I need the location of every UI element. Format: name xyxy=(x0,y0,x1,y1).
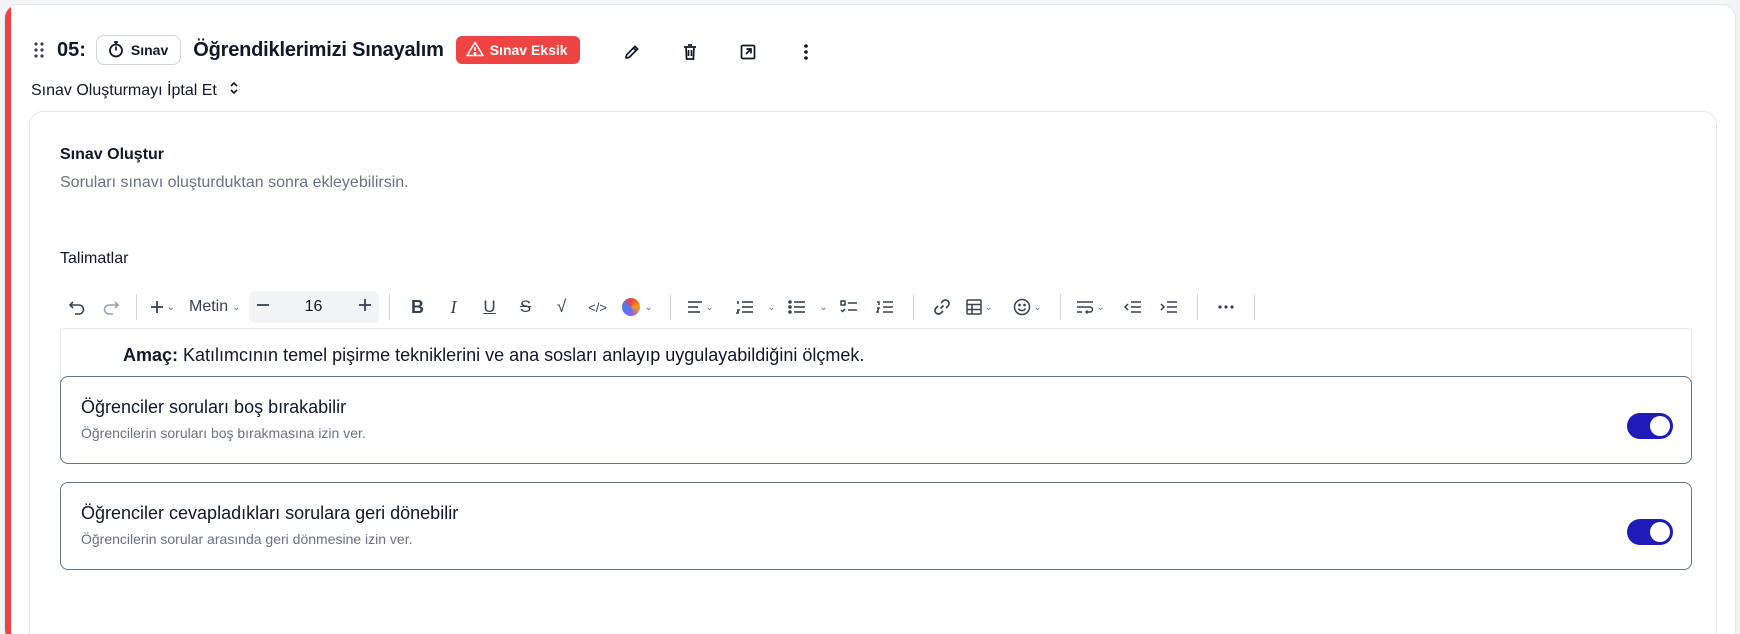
allow-blank-toggle[interactable] xyxy=(1627,413,1673,439)
link-icon[interactable] xyxy=(924,291,960,323)
underline-icon[interactable]: U xyxy=(472,291,508,323)
allow-back-toggle[interactable] xyxy=(1627,519,1673,545)
bullet-list-icon[interactable] xyxy=(779,291,815,323)
setting-allow-blank: Öğrenciler soruları boş bırakabilir Öğre… xyxy=(60,376,1692,464)
setting-allow-back: Öğrenciler cevapladıkları sorulara geri … xyxy=(60,482,1692,570)
text-style-select[interactable]: Metin ⌄ xyxy=(189,291,241,323)
more-horizontal-icon[interactable] xyxy=(1208,291,1244,323)
toggle-knob xyxy=(1650,522,1670,542)
chevron-up-down-icon xyxy=(229,81,239,100)
editor-content: Amaç: Katılımcının temel pişirme teknikl… xyxy=(123,345,864,366)
quiz-create-panel: Sınav Oluştur Soruları sınavı oluşturduk… xyxy=(29,111,1717,634)
text-color-icon[interactable]: ⌄ xyxy=(616,291,660,323)
module-header: 05: Sınav Öğrendiklerimizi Sınayalım Sın… xyxy=(31,33,580,67)
toolbar-divider xyxy=(1059,294,1061,320)
redo-icon[interactable] xyxy=(96,291,126,323)
module-type-pill: Sınav xyxy=(95,35,182,65)
panel-description: Soruları sınavı oluşturduktan sonra ekle… xyxy=(60,174,409,191)
toolbar-divider xyxy=(669,294,671,320)
setting-description: Öğrencilerin soruları boş bırakmasına iz… xyxy=(81,425,366,441)
toggle-knob xyxy=(1650,416,1670,436)
module-type-label: Sınav xyxy=(130,42,169,58)
edit-icon[interactable] xyxy=(615,35,649,69)
align-left-icon[interactable]: ⌄ xyxy=(681,291,721,323)
plus-icon[interactable] xyxy=(357,297,373,318)
toolbar-divider xyxy=(912,294,914,320)
trash-icon[interactable] xyxy=(673,35,707,69)
emoji-icon[interactable]: ⌄ xyxy=(1006,291,1050,323)
bold-icon[interactable]: B xyxy=(400,291,436,323)
editor-toolbar: ⌄ Metin ⌄ 16 B I U S √ </> ⌄ ⌄ ⌄ ⌄ ⌄ ⌄ ⌄ xyxy=(62,290,1265,324)
ordered-list-icon[interactable] xyxy=(727,291,763,323)
instructions-label: Talimatlar xyxy=(60,250,129,267)
status-badge-label: Sınav Eksik xyxy=(489,42,568,58)
font-size-stepper[interactable]: 16 xyxy=(248,291,379,323)
status-badge: Sınav Eksik xyxy=(455,36,580,64)
setting-title: Öğrenciler cevapladıkları sorulara geri … xyxy=(81,503,459,523)
table-icon[interactable]: ⌄ xyxy=(960,291,1000,323)
bullet-list-chevron-icon[interactable]: ⌄ xyxy=(815,291,831,323)
minus-icon[interactable] xyxy=(255,297,271,318)
header-actions xyxy=(615,35,823,69)
checklist-icon[interactable] xyxy=(831,291,867,323)
more-vertical-icon[interactable] xyxy=(789,35,823,69)
setting-title: Öğrenciler soruları boş bırakabilir xyxy=(81,397,347,417)
text-wrap-icon[interactable]: ⌄ xyxy=(1071,291,1111,323)
toolbar-divider xyxy=(388,294,390,320)
text-style-label: Metin xyxy=(189,298,229,315)
math-icon[interactable]: √ xyxy=(544,291,580,323)
font-size-value: 16 xyxy=(304,298,323,315)
cancel-quiz-label: Sınav Oluşturmayı İptal Et xyxy=(31,81,217,99)
editor-body-text: Katılımcının temel pişirme tekniklerini … xyxy=(178,345,865,365)
warning-icon xyxy=(465,41,484,60)
toolbar-divider xyxy=(136,294,137,320)
setting-description: Öğrencilerin sorular arasında geri dönme… xyxy=(81,531,413,547)
panel-title: Sınav Oluştur xyxy=(60,146,165,163)
drag-handle-icon[interactable] xyxy=(31,40,47,60)
italic-icon[interactable]: I xyxy=(436,291,472,323)
cancel-quiz-toggle[interactable]: Sınav Oluşturmayı İptal Et xyxy=(31,81,239,100)
indent-icon[interactable] xyxy=(1151,291,1187,323)
module-card: 05: Sınav Öğrendiklerimizi Sınayalım Sın… xyxy=(4,4,1736,634)
code-icon[interactable]: </> xyxy=(580,291,616,323)
editor-bold-prefix: Amaç: xyxy=(123,345,179,365)
toolbar-divider xyxy=(1253,294,1255,320)
outdent-icon[interactable] xyxy=(1115,291,1151,323)
toolbar-divider xyxy=(1196,294,1198,320)
module-number: 05: xyxy=(57,38,86,61)
ordered-list-chevron-icon[interactable]: ⌄ xyxy=(763,291,779,323)
strikethrough-icon[interactable]: S xyxy=(508,291,544,323)
module-title: Öğrendiklerimizi Sınayalım xyxy=(193,38,444,61)
stopwatch-icon xyxy=(107,40,125,61)
undo-icon[interactable] xyxy=(62,291,92,323)
status-accent-bar xyxy=(5,5,11,634)
insert-plus-icon[interactable]: ⌄ xyxy=(147,291,177,323)
numbered-steps-icon[interactable] xyxy=(867,291,903,323)
open-external-icon[interactable] xyxy=(731,35,765,69)
